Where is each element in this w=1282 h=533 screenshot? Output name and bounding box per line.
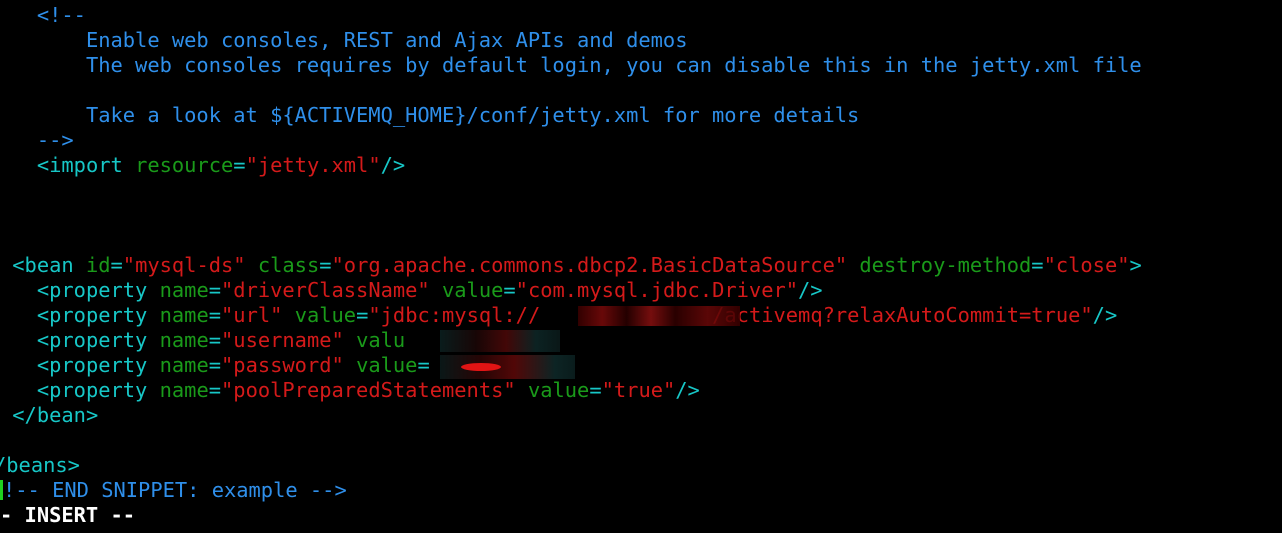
status-line: - INSERT --	[0, 503, 135, 528]
attr-name: id	[85, 253, 111, 277]
attr-value: "url"	[221, 303, 283, 327]
code-line-property: <property name="poolPreparedStatements" …	[0, 378, 700, 403]
code-line-end-snippet: !-- END SNIPPET: example -->	[0, 478, 347, 503]
attr-name: name	[159, 328, 209, 352]
attr-value: "true"	[601, 378, 676, 402]
redaction-mark	[578, 306, 740, 326]
terminal-window[interactable]: <!-- Enable web consoles, REST and Ajax …	[0, 0, 1282, 533]
code-line-comment-3: Take a look at ${ACTIVEMQ_HOME}/conf/jet…	[0, 103, 859, 128]
equals-sign: =	[233, 153, 246, 177]
attr-value-suffix: /activemq?relaxAutoCommit=true"	[712, 303, 1093, 327]
attr-value: "poolPreparedStatements"	[221, 378, 516, 402]
attr-name: name	[159, 353, 209, 377]
tag-close: />	[1092, 303, 1118, 327]
attr-value: "close"	[1043, 253, 1130, 277]
attr-name: name	[159, 303, 209, 327]
equals-sign: =	[1031, 253, 1044, 277]
redaction-mark	[440, 330, 560, 352]
equals-sign: =	[356, 303, 369, 327]
comment-open: <!--	[36, 3, 86, 27]
property-tag: <property	[36, 328, 148, 352]
equals-sign: =	[208, 378, 222, 402]
code-line-bean-open: <bean id="mysql-ds" class="org.apache.co…	[0, 253, 1142, 278]
attr-value: "driverClassName"	[221, 278, 430, 302]
attr-name: value	[442, 278, 504, 302]
import-tag: <import	[36, 153, 123, 177]
code-line-bean-close: </bean>	[0, 403, 98, 428]
equals-sign: =	[208, 303, 222, 327]
attr-name: name	[159, 378, 209, 402]
bean-close-tag: </bean>	[12, 403, 99, 427]
equals-sign: =	[208, 353, 222, 377]
comment-text: Enable web consoles, REST and Ajax APIs …	[85, 28, 688, 52]
tag-close: />	[798, 278, 823, 302]
equals-sign: =	[503, 278, 516, 302]
equals-sign: =	[417, 353, 430, 377]
equals-sign: =	[208, 328, 222, 352]
beans-close-tag: /beans>	[0, 453, 80, 477]
attr-name: class	[257, 253, 320, 277]
insert-mode-indicator: - INSERT --	[0, 503, 136, 527]
comment-close: -->	[36, 128, 74, 152]
property-tag: <property	[36, 303, 148, 327]
code-line-comment-1: Enable web consoles, REST and Ajax APIs …	[0, 28, 688, 53]
equals-sign: =	[319, 253, 332, 277]
end-snippet-comment: !-- END SNIPPET: example -->	[3, 478, 347, 502]
attr-value: "com.mysql.jdbc.Driver"	[515, 278, 799, 302]
tag-close: />	[380, 153, 406, 177]
attr-value: "org.apache.commons.dbcp2.BasicDataSourc…	[331, 253, 848, 277]
code-line-property: <property name="driverClassName" value="…	[0, 278, 823, 303]
code-line-import: <import resource="jetty.xml"/>	[0, 153, 405, 178]
attr-value: "password"	[221, 353, 344, 377]
attr-name: destroy-method	[859, 253, 1032, 277]
attr-value: "jetty.xml"	[245, 153, 381, 177]
code-line-beans-close: /beans>	[0, 453, 80, 478]
equals-sign: =	[110, 253, 123, 277]
attr-value: "username"	[221, 328, 344, 352]
attr-value-prefix: "jdbc:mysql://	[368, 303, 541, 327]
tag-close: >	[1129, 253, 1142, 277]
equals-sign: =	[589, 378, 602, 402]
attr-name: value	[527, 378, 590, 402]
redaction-mark	[461, 363, 501, 371]
attr-name: resource	[135, 153, 234, 177]
property-tag: <property	[36, 378, 148, 402]
attr-name: value	[294, 303, 357, 327]
comment-text: Take a look at ${ACTIVEMQ_HOME}/conf/jet…	[85, 103, 860, 127]
attr-name: value	[356, 353, 418, 377]
comment-text: The web consoles requires by default log…	[85, 53, 1142, 77]
code-line-property: <property name="url" value="jdbc:mysql:/…	[0, 303, 1117, 328]
attr-name: valu	[356, 328, 406, 352]
equals-sign: =	[208, 278, 222, 302]
code-line-comment-2: The web consoles requires by default log…	[0, 53, 1142, 78]
property-tag: <property	[36, 353, 148, 377]
code-line-comment-close: -->	[0, 128, 74, 153]
code-line-comment-open: <!--	[0, 3, 86, 28]
attr-name: name	[159, 278, 209, 302]
code-line-property: <property name="password" value=	[0, 353, 430, 378]
code-line-property: <property name="username" valu	[0, 328, 405, 353]
property-tag: <property	[36, 278, 148, 302]
bean-tag: <bean	[12, 253, 74, 277]
tag-close: />	[675, 378, 700, 402]
attr-value: "mysql-ds"	[122, 253, 246, 277]
